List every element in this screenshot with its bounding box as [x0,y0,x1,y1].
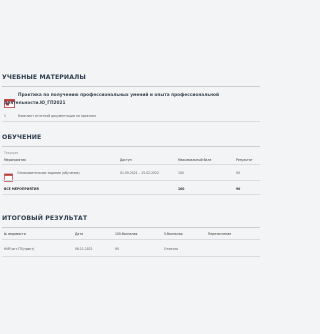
training-total-label: ВСЕ МЕРОПРИЯТИЯ [4,187,39,191]
final-divider [2,227,260,228]
training-col-access: Доступ [120,158,132,162]
training-row-max: 100 [178,171,184,175]
final-col-credit: Перезачтение [208,232,232,236]
training-row-divider [2,180,260,181]
materials-row-divider [2,121,260,122]
training-total-max: 100 [178,187,185,191]
training-total-divider [2,194,260,195]
training-header-divider [2,164,260,165]
final-row-doc: НИР-ост-ГП(практ) [4,247,35,251]
final-row-date: 06.11.2021 [75,247,93,251]
training-col-result: Результат [236,158,253,162]
practice-title-line2[interactable]: деятельности.Ю_ГП2021 [4,101,66,106]
final-col-date: Дата [75,232,84,236]
training-total-result: 90 [236,187,241,191]
training-row-access: 01.09.2021 – 15.02.2022 [120,171,159,175]
final-header-divider [2,239,260,240]
training-row-result: 90 [236,171,240,175]
assignment-icon [4,167,13,182]
materials-divider [2,86,260,87]
final-col-doc: № ведомости [4,232,26,236]
final-row-score100: 90 [115,247,119,251]
training-filter-label[interactable]: Текущее [4,151,18,155]
practice-title-line1[interactable]: Практика по получению профессиональных у… [18,93,219,98]
final-col-score100: 100-балльная [115,232,138,236]
training-section-title: ОБУЧЕНИЕ [2,134,42,141]
final-row-divider [2,256,260,257]
training-col-activities: Мероприятия [4,158,26,162]
training-row-name[interactable]: Ознакомительное задание (обучение) [17,171,80,175]
material-item-number: 1 [4,114,6,118]
training-divider [2,146,260,147]
final-section-title: ИТОГОВЫЙ РЕЗУЛЬТАТ [2,215,88,222]
final-col-score5: 5-балльная [164,232,183,236]
training-col-max: Максимальный балл [178,158,212,162]
final-row-score5: Отлично [164,247,178,251]
material-item-label[interactable]: Комплект отчетной документации по практи… [18,114,96,118]
materials-section-title: УЧЕБНЫЕ МАТЕРИАЛЫ [2,74,86,81]
